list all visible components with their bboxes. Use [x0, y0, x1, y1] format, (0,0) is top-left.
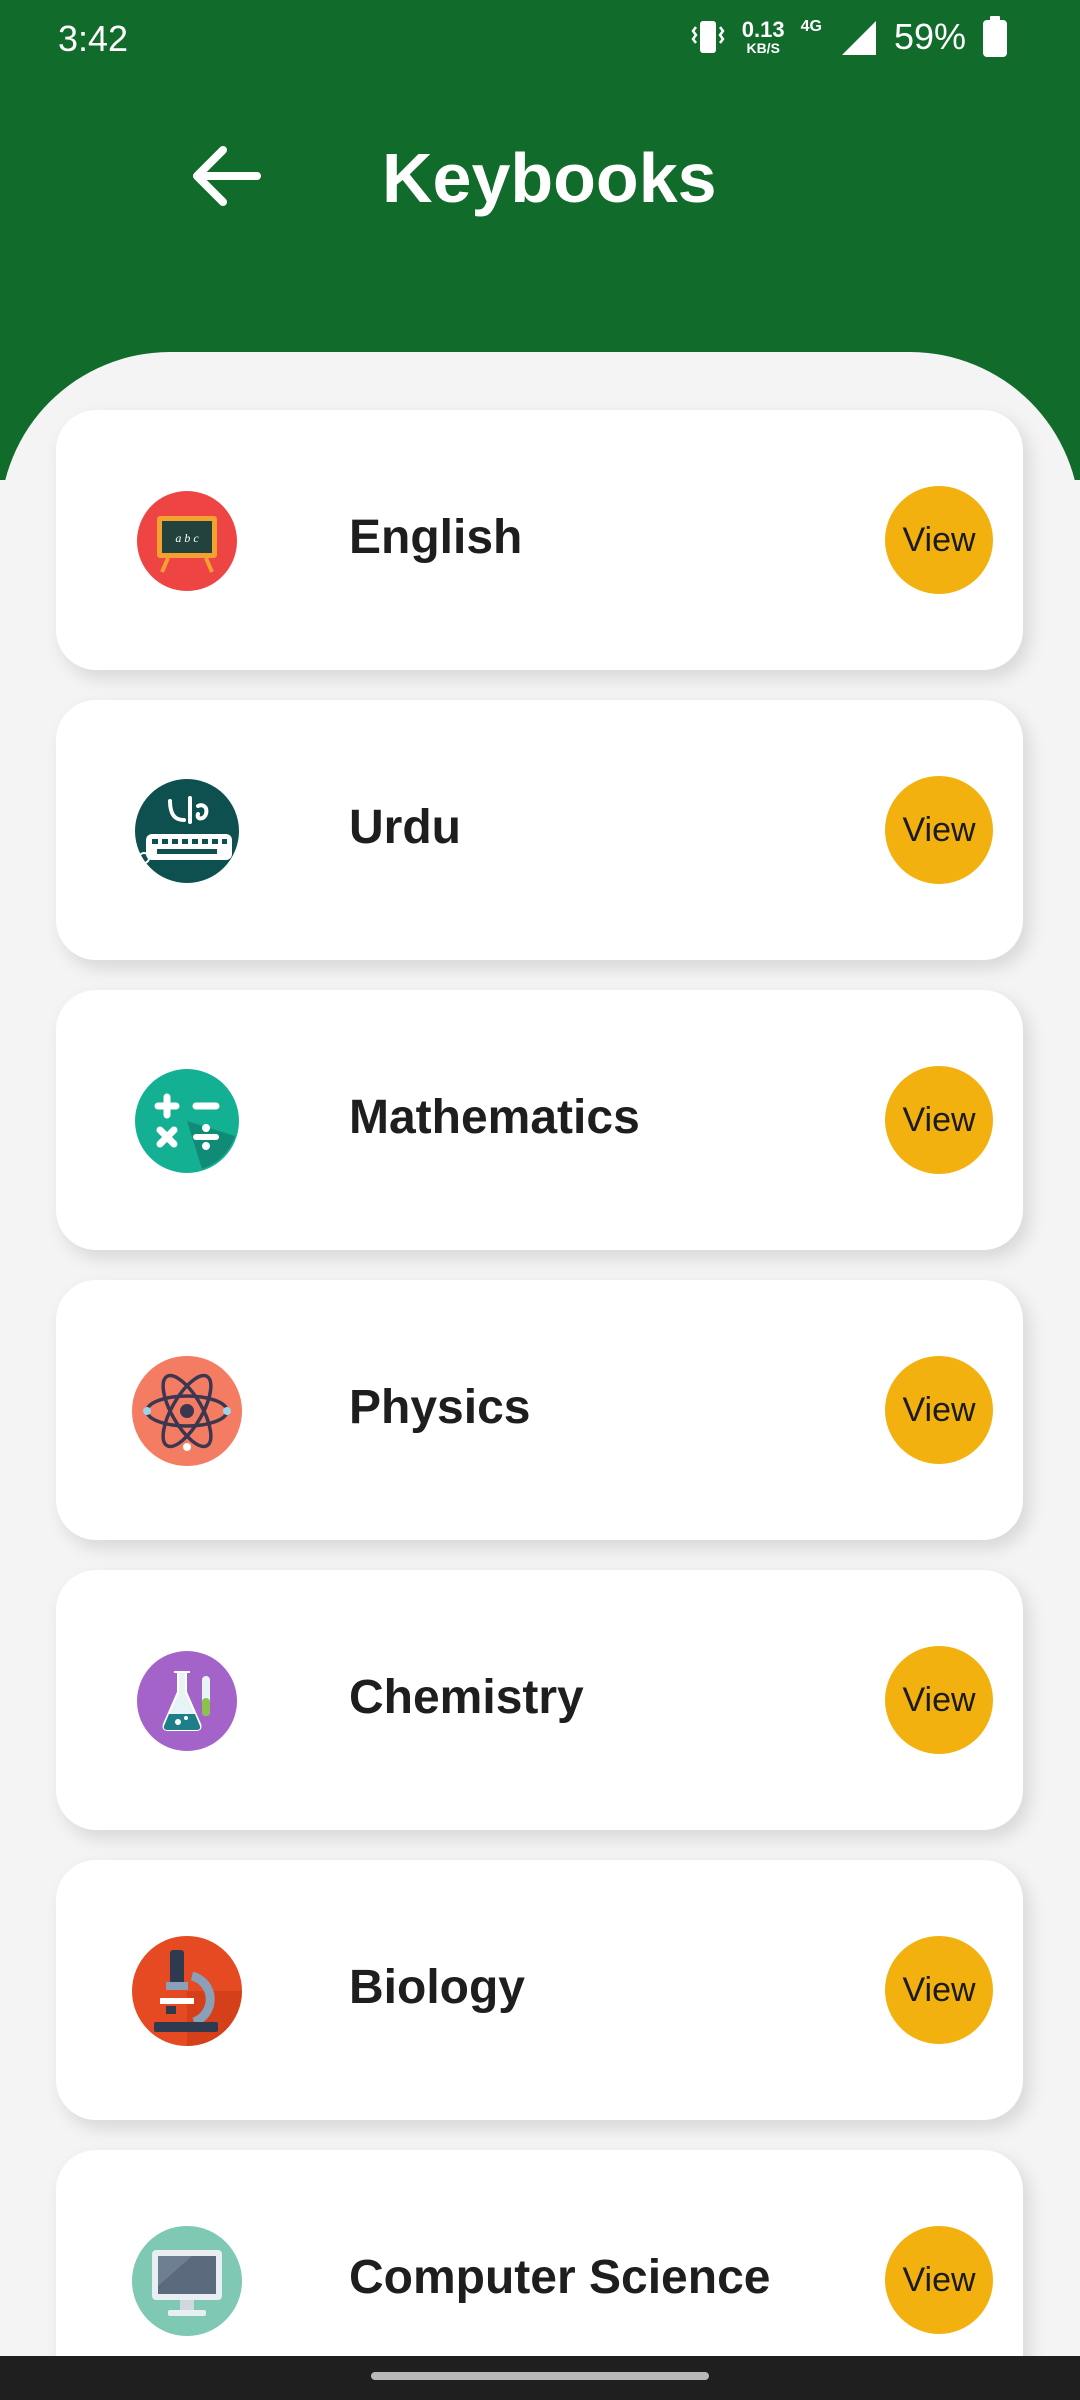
subject-label: Computer Science: [349, 2251, 771, 2304]
view-button[interactable]: View: [885, 1066, 993, 1174]
chalkboard-icon: a b c: [137, 491, 237, 591]
network-speed: 0.13 KB/S: [741, 17, 785, 56]
subject-card-english[interactable]: a b c English View: [56, 410, 1023, 670]
network-type: 4G: [800, 18, 822, 35]
view-button[interactable]: View: [885, 1646, 993, 1754]
vibrate-icon: [691, 21, 725, 53]
subject-card-urdu[interactable]: Urdu View: [56, 700, 1023, 960]
status-indicators: 0.13 KB/S 4G 59%: [690, 16, 1008, 58]
subject-label: Urdu: [349, 801, 461, 854]
subject-card-biology[interactable]: Biology View: [56, 1860, 1023, 2120]
subject-card-physics[interactable]: Physics View: [56, 1280, 1023, 1540]
subject-label: Chemistry: [349, 1671, 584, 1724]
status-time: 3:42: [58, 18, 129, 59]
arrow-left-icon: [193, 146, 261, 206]
svg-text:a b c: a b c: [175, 531, 199, 545]
back-button[interactable]: [184, 134, 268, 218]
subject-label: Biology: [349, 1961, 525, 2014]
content-sheet: a b c English View Urdu View Mathematics…: [0, 352, 1080, 2356]
flask-icon: [137, 1651, 237, 1751]
view-button[interactable]: View: [885, 486, 993, 594]
computer-monitor-icon: [132, 2226, 242, 2336]
signal-icon: [841, 21, 876, 55]
home-indicator[interactable]: [371, 2372, 709, 2380]
battery-percent: 59%: [893, 16, 966, 57]
battery-icon: [983, 16, 1007, 57]
network-speed-value: 0.13: [741, 17, 785, 42]
view-button[interactable]: View: [885, 776, 993, 884]
urdu-keyboard-icon: [135, 779, 239, 883]
system-navigation-bar: [0, 2356, 1080, 2400]
subject-card-mathematics[interactable]: Mathematics View: [56, 990, 1023, 1250]
subject-list: a b c English View Urdu View Mathematics…: [56, 410, 1023, 2356]
view-button[interactable]: View: [885, 1356, 993, 1464]
status-bar: 3:42 0.13 KB/S 4G 59%: [0, 0, 1080, 80]
view-button[interactable]: View: [885, 2226, 993, 2334]
page-title: Keybooks: [382, 139, 717, 217]
math-operators-icon: [135, 1069, 239, 1173]
subject-card-chemistry[interactable]: Chemistry View: [56, 1570, 1023, 1830]
atom-icon: [132, 1356, 242, 1466]
subject-card-computer-science[interactable]: Computer Science View: [56, 2150, 1023, 2356]
subject-label: Physics: [349, 1381, 531, 1434]
view-button[interactable]: View: [885, 1936, 993, 2044]
subject-label: English: [349, 511, 523, 564]
microscope-icon: [132, 1936, 242, 2046]
network-speed-unit: KB/S: [746, 40, 780, 56]
subject-label: Mathematics: [349, 1091, 640, 1144]
